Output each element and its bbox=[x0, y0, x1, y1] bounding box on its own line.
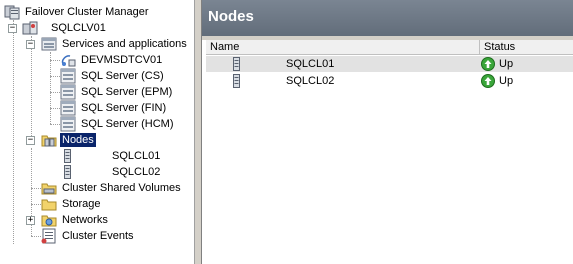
tree-item-node[interactable]: SQLCL01 bbox=[64, 148, 162, 164]
tree-item-service[interactable]: DEVMSDTCV01 bbox=[60, 52, 164, 68]
row-name: SQLCL02 bbox=[286, 75, 335, 87]
tree-line bbox=[31, 204, 41, 205]
storage-icon bbox=[41, 196, 57, 212]
tree-item-cluster[interactable]: SQLCLV01 bbox=[22, 20, 108, 36]
collapse-toggle[interactable]: − bbox=[26, 136, 35, 145]
sql-server-service-icon bbox=[60, 100, 76, 116]
networks-icon bbox=[41, 212, 57, 228]
tree-item-label: Storage bbox=[62, 198, 101, 210]
tree-item-service[interactable]: SQL Server (FIN) bbox=[60, 100, 168, 116]
shared-volumes-icon bbox=[41, 180, 57, 196]
failover-cluster-manager-icon bbox=[4, 4, 20, 20]
sql-server-service-icon bbox=[60, 84, 76, 100]
row-name: SQLCL01 bbox=[286, 58, 335, 70]
server-node-icon bbox=[64, 165, 71, 179]
list-header: Name Status bbox=[206, 40, 573, 55]
table-row[interactable]: SQLCL02 Up bbox=[206, 73, 573, 89]
tree-item-label: SQL Server (CS) bbox=[81, 70, 164, 82]
server-node-icon bbox=[233, 74, 240, 88]
tree-item-label: DEVMSDTCV01 bbox=[81, 54, 163, 66]
tree-item-service[interactable]: SQL Server (CS) bbox=[60, 68, 166, 84]
tree-pane[interactable]: Failover Cluster Manager − SQLCLV01 − Se… bbox=[0, 0, 195, 264]
tree-item-services-and-applications[interactable]: Services and applications bbox=[41, 36, 189, 52]
table-row[interactable]: SQLCL01 Up bbox=[206, 56, 573, 72]
page-title: Nodes bbox=[208, 8, 254, 25]
tree-item-label: Failover Cluster Manager bbox=[25, 6, 149, 18]
tree-line bbox=[50, 76, 60, 77]
tree-line bbox=[13, 20, 14, 244]
column-header-name[interactable]: Name bbox=[206, 40, 480, 55]
tree-item-service[interactable]: SQL Server (EPM) bbox=[60, 84, 174, 100]
tree-item-cluster-events[interactable]: Cluster Events bbox=[41, 228, 136, 244]
tree-item-label: SQLCL01 bbox=[112, 150, 161, 162]
tree-line bbox=[50, 92, 60, 93]
details-pane: Nodes Name Status SQLCL01 Up SQLCL02 Up bbox=[201, 0, 573, 264]
tree-item-label: SQL Server (EPM) bbox=[81, 86, 173, 98]
tree-item-label: Cluster Shared Volumes bbox=[62, 182, 181, 194]
tree-item-cluster-shared-volumes[interactable]: Cluster Shared Volumes bbox=[41, 180, 183, 196]
status-up-icon bbox=[481, 74, 495, 88]
tree-item-service[interactable]: SQL Server (HCM) bbox=[60, 116, 176, 132]
cluster-icon bbox=[22, 20, 38, 36]
server-node-icon bbox=[233, 57, 240, 71]
tree-item-storage[interactable]: Storage bbox=[41, 196, 103, 212]
services-folder-icon bbox=[41, 36, 57, 52]
tree-line bbox=[31, 36, 32, 144]
expand-toggle[interactable]: + bbox=[26, 216, 35, 225]
tree-line bbox=[31, 188, 41, 189]
tree-item-node[interactable]: SQLCL02 bbox=[64, 164, 162, 180]
tree-item-label: Nodes bbox=[60, 133, 96, 147]
tree-item-label: SQL Server (HCM) bbox=[81, 118, 174, 130]
tree-item-networks[interactable]: Networks bbox=[41, 212, 110, 228]
tree-item-label: SQLCLV01 bbox=[51, 22, 106, 34]
details-header: Nodes bbox=[202, 0, 573, 36]
cluster-events-icon bbox=[41, 228, 57, 244]
server-node-icon bbox=[64, 149, 71, 163]
collapse-toggle[interactable]: − bbox=[26, 40, 35, 49]
tree-item-label: SQL Server (FIN) bbox=[81, 102, 167, 114]
row-status: Up bbox=[499, 75, 514, 87]
tree-item-label: Cluster Events bbox=[62, 230, 134, 242]
nodes-folder-icon bbox=[41, 132, 57, 148]
tree-line bbox=[50, 124, 60, 125]
tree-item-label: SQLCL02 bbox=[112, 166, 161, 178]
collapse-toggle[interactable]: − bbox=[8, 24, 17, 33]
tree-item-nodes[interactable]: Nodes bbox=[41, 132, 96, 148]
tree-line bbox=[31, 236, 41, 237]
tree-item-failover-cluster-manager[interactable]: Failover Cluster Manager bbox=[4, 4, 151, 20]
tree-item-label: Services and applications bbox=[62, 38, 187, 50]
sql-server-service-icon bbox=[60, 116, 76, 132]
column-header-status[interactable]: Status bbox=[480, 40, 573, 55]
row-status: Up bbox=[499, 58, 514, 70]
tree-line bbox=[50, 60, 60, 61]
msdtc-service-icon bbox=[60, 52, 76, 68]
tree-item-label: Networks bbox=[62, 214, 108, 226]
tree-line bbox=[50, 108, 60, 109]
status-up-icon bbox=[481, 57, 495, 71]
tree-line bbox=[50, 52, 51, 124]
sql-server-service-icon bbox=[60, 68, 76, 84]
